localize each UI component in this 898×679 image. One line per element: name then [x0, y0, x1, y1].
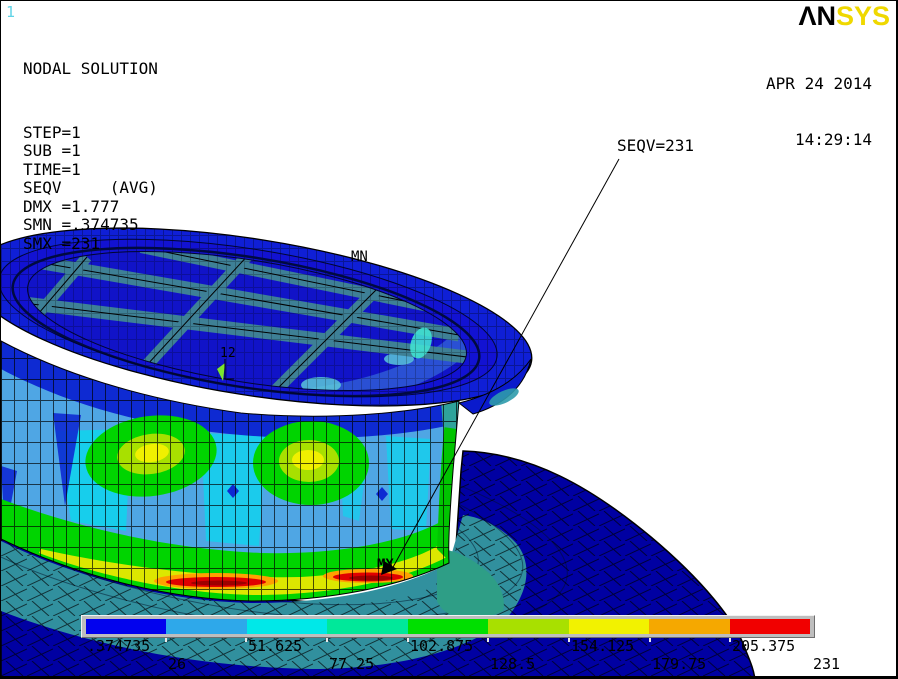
max-stress-annotation: SEQV=231 [617, 136, 694, 155]
legend-tick [165, 638, 167, 642]
ansys-logo: ΛNSYS [798, 1, 890, 31]
min-node-marker: MN [351, 249, 368, 265]
legend-value-label: 102.875 [410, 637, 473, 655]
legend-value-label: 154.125 [571, 637, 634, 655]
datetime-stamp: APR 24 2014 14:29:14 [766, 38, 872, 186]
solution-line: DMX =1.777 [23, 198, 158, 217]
solution-line: TIME=1 [23, 161, 158, 180]
max-node-marker: MX [377, 557, 394, 573]
legend-tick [245, 638, 247, 642]
legend-color-segment [730, 619, 810, 634]
legend-value-label: 77.25 [329, 655, 374, 673]
entity-number-label: 12 [220, 346, 236, 361]
solution-lines: STEP=1SUB =1TIME=1SEQV (AVG)DMX =1.777SM… [23, 124, 158, 254]
legend-color-segment [488, 619, 568, 634]
legend-color-segment [86, 619, 166, 634]
ansys-graphics-window: 1 NODAL SOLUTION STEP=1SUB =1TIME=1SEQV … [0, 0, 898, 679]
legend-color-segment [247, 619, 327, 634]
legend-value-label: 51.625 [248, 637, 302, 655]
ansys-logo-yellow: SYS [836, 1, 890, 31]
solution-title: NODAL SOLUTION [23, 60, 158, 79]
time-label: 14:29:14 [766, 131, 872, 150]
legend-tick [649, 638, 651, 642]
legend-value-label: .374735 [87, 637, 150, 655]
solution-line: SEQV (AVG) [23, 179, 158, 198]
legend-color-segment [327, 619, 407, 634]
ansys-logo-black: ΛN [798, 1, 836, 31]
legend-value-label: 179.75 [652, 655, 706, 673]
legend-tick [487, 638, 489, 642]
legend-tick [326, 638, 328, 642]
stress-contour-legend [81, 615, 815, 638]
solution-line: STEP=1 [23, 124, 158, 143]
legend-tick [407, 638, 409, 642]
date-label: APR 24 2014 [766, 75, 872, 94]
legend-color-segment [408, 619, 488, 634]
legend-tick [568, 638, 570, 642]
legend-value-label: 26 [168, 655, 186, 673]
legend-color-segment [569, 619, 649, 634]
legend-tick [729, 638, 731, 642]
plot-number: 1 [6, 3, 15, 21]
legend-value-label: 231 [813, 655, 840, 673]
legend-color-segment [166, 619, 246, 634]
solution-info-block: NODAL SOLUTION STEP=1SUB =1TIME=1SEQV (A… [23, 23, 158, 290]
legend-value-label: 205.375 [732, 637, 795, 655]
solution-line: SUB =1 [23, 142, 158, 161]
solution-line: SMX =231 [23, 235, 158, 254]
solution-line: SMN =.374735 [23, 216, 158, 235]
legend-value-label: 128.5 [490, 655, 535, 673]
legend-color-segment [649, 619, 729, 634]
